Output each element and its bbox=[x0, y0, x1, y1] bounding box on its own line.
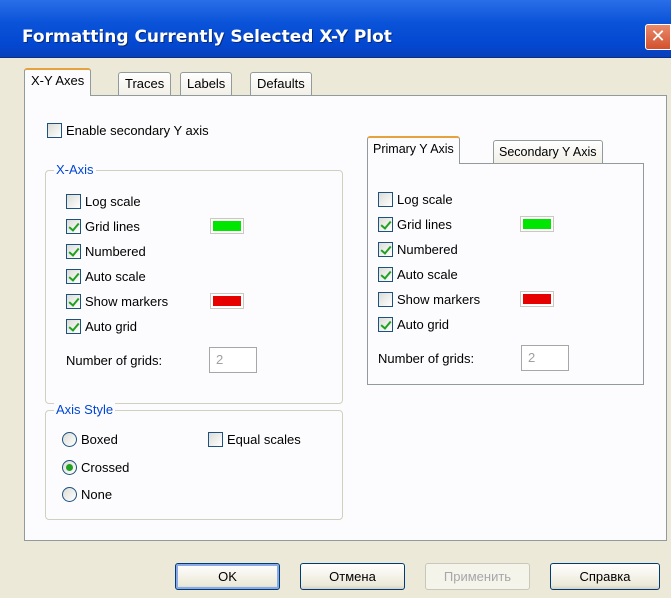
radio-circle bbox=[62, 459, 77, 475]
checkbox-label: Grid lines bbox=[85, 218, 140, 234]
radio-boxed[interactable]: Boxed bbox=[62, 429, 118, 449]
y-auto-scale-checkbox[interactable]: Auto scale bbox=[378, 264, 458, 284]
checkbox-box bbox=[66, 218, 81, 234]
x-show-markers-checkbox[interactable]: Show markers bbox=[66, 291, 168, 311]
y-num-grids-input[interactable]: 2 bbox=[521, 345, 569, 371]
radio-label: Crossed bbox=[81, 459, 130, 475]
radio-circle bbox=[62, 486, 77, 502]
ok-button[interactable]: OK bbox=[175, 563, 280, 590]
checkbox-label: Auto scale bbox=[85, 268, 146, 284]
checkbox-box bbox=[378, 216, 393, 232]
checkbox-box bbox=[378, 316, 393, 332]
checkbox-label: Enable secondary Y axis bbox=[66, 122, 209, 138]
equal-scales-checkbox[interactable]: Equal scales bbox=[208, 429, 301, 449]
axis-style-group: Axis Style Boxed Crossed None Equal scal… bbox=[45, 402, 343, 520]
checkbox-label: Log scale bbox=[85, 193, 141, 209]
y-marker-color-swatch[interactable] bbox=[520, 291, 554, 307]
y-show-markers-checkbox[interactable]: Show markers bbox=[378, 289, 480, 309]
x-num-grids-input[interactable]: 2 bbox=[209, 347, 257, 373]
primary-y-axis-panel: Log scale Grid lines Numbered Auto scale… bbox=[367, 163, 644, 385]
window-title: Formatting Currently Selected X-Y Plot bbox=[22, 27, 392, 47]
axis-style-group-title: Axis Style bbox=[54, 402, 116, 417]
checkbox-label: Auto scale bbox=[397, 266, 458, 282]
checkbox-label: Show markers bbox=[85, 293, 169, 309]
checkbox-box bbox=[66, 268, 81, 284]
tab-defaults[interactable]: Defaults bbox=[250, 72, 312, 96]
checkbox-label: Show markers bbox=[397, 291, 481, 307]
checkbox-label: Log scale bbox=[397, 191, 453, 207]
checkbox-box bbox=[378, 291, 393, 307]
y-num-grids-label: Number of grids: bbox=[378, 351, 475, 366]
radio-label: None bbox=[81, 486, 113, 502]
checkbox-box bbox=[378, 241, 393, 257]
tab-labels[interactable]: Labels bbox=[180, 72, 233, 96]
checkbox-box bbox=[66, 318, 81, 334]
radio-crossed[interactable]: Crossed bbox=[62, 457, 129, 477]
cancel-button[interactable]: Отмена bbox=[300, 563, 405, 590]
checkbox-box bbox=[66, 193, 81, 209]
checkbox-label: Numbered bbox=[397, 241, 458, 257]
tab-primary-y-axis[interactable]: Primary Y Axis bbox=[367, 136, 460, 164]
x-marker-color-swatch[interactable] bbox=[210, 293, 244, 309]
tab-x-y-axes[interactable]: X-Y Axes bbox=[24, 68, 92, 96]
y-numbered-checkbox[interactable]: Numbered bbox=[378, 239, 458, 259]
x-numbered-checkbox[interactable]: Numbered bbox=[66, 241, 146, 261]
radio-label: Boxed bbox=[81, 431, 118, 447]
x-axis-group: X-Axis Log scale Grid lines Numbered Aut… bbox=[45, 162, 343, 404]
close-icon[interactable]: ✕ bbox=[645, 24, 671, 50]
help-button[interactable]: Справка bbox=[550, 563, 660, 590]
checkbox-label: Auto grid bbox=[85, 318, 138, 334]
x-num-grids-label: Number of grids: bbox=[66, 353, 163, 368]
checkbox-box bbox=[66, 293, 81, 309]
x-auto-grid-checkbox[interactable]: Auto grid bbox=[66, 316, 137, 336]
radio-circle bbox=[62, 431, 77, 447]
tab-secondary-y-axis[interactable]: Secondary Y Axis bbox=[493, 140, 603, 164]
apply-button[interactable]: Применить bbox=[425, 563, 530, 590]
checkbox-box bbox=[47, 122, 62, 138]
y-grid-lines-checkbox[interactable]: Grid lines bbox=[378, 214, 452, 234]
checkbox-box bbox=[66, 243, 81, 259]
y-log-scale-checkbox[interactable]: Log scale bbox=[378, 189, 453, 209]
tab-panel-x-y-axes: Enable secondary Y axis X-Axis Log scale… bbox=[24, 95, 667, 541]
checkbox-box bbox=[378, 266, 393, 282]
dialog-body: X-Y Axes Traces Labels Defaults Enable s… bbox=[0, 58, 671, 598]
y-grid-color-swatch[interactable] bbox=[520, 216, 554, 232]
checkbox-box bbox=[208, 431, 223, 447]
radio-none[interactable]: None bbox=[62, 484, 112, 504]
checkbox-label: Auto grid bbox=[397, 316, 450, 332]
checkbox-label: Grid lines bbox=[397, 216, 452, 232]
x-auto-scale-checkbox[interactable]: Auto scale bbox=[66, 266, 146, 286]
x-grid-lines-checkbox[interactable]: Grid lines bbox=[66, 216, 140, 236]
checkbox-box bbox=[378, 191, 393, 207]
enable-secondary-y-checkbox[interactable]: Enable secondary Y axis bbox=[47, 120, 209, 140]
x-log-scale-checkbox[interactable]: Log scale bbox=[66, 191, 141, 211]
x-grid-color-swatch[interactable] bbox=[210, 218, 244, 234]
checkbox-label: Numbered bbox=[85, 243, 146, 259]
x-axis-group-title: X-Axis bbox=[54, 162, 96, 177]
title-bar[interactable]: Formatting Currently Selected X-Y Plot ✕ bbox=[0, 0, 671, 58]
tab-traces[interactable]: Traces bbox=[118, 72, 172, 96]
checkbox-label: Equal scales bbox=[227, 431, 301, 447]
y-auto-grid-checkbox[interactable]: Auto grid bbox=[378, 314, 449, 334]
